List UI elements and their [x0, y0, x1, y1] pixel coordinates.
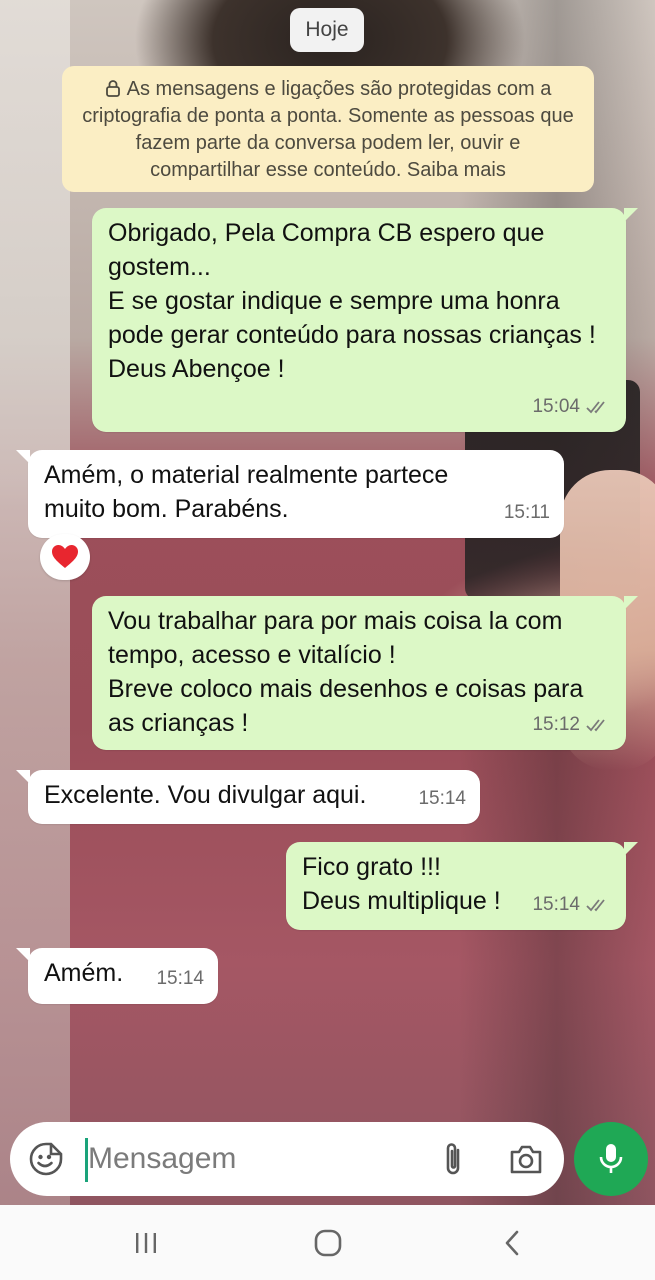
message-meta: 15:04	[532, 390, 612, 424]
system-nav-bar	[0, 1205, 655, 1280]
message-text: Excelente. Vou divulgar aqui.	[44, 781, 367, 809]
heart-icon	[52, 545, 78, 568]
emoji-icon[interactable]	[28, 1141, 64, 1177]
message-bubble-outgoing[interactable]: Vou trabalhar para por mais coisa la com…	[92, 596, 638, 750]
back-icon	[505, 1230, 519, 1256]
message-time: 15:14	[156, 968, 204, 989]
message-time: 15:14	[532, 894, 580, 915]
message-bubble-incoming[interactable]: Excelente. Vou divulgar aqui. 15:14	[16, 770, 480, 824]
double-check-icon	[586, 899, 605, 912]
heart-reaction[interactable]	[40, 534, 90, 580]
microphone-icon	[599, 1144, 623, 1173]
message-time: 15:14	[418, 788, 466, 809]
message-meta: 15:12	[532, 708, 612, 742]
encryption-notice[interactable]: As mensagens e ligações são protegidas c…	[62, 66, 594, 192]
message-time: 15:11	[503, 502, 550, 523]
back-button[interactable]	[496, 1227, 528, 1259]
message-meta: 15:14	[418, 782, 466, 816]
encryption-notice-text: As mensagens e ligações são protegidas c…	[82, 78, 574, 181]
message-composer	[10, 1122, 564, 1196]
double-check-icon	[586, 719, 605, 732]
camera-icon[interactable]	[508, 1142, 544, 1176]
message-time: 15:04	[532, 396, 580, 417]
mic-button[interactable]	[574, 1122, 648, 1196]
double-check-icon	[586, 401, 605, 414]
recents-icon	[136, 1233, 156, 1253]
paperclip-icon[interactable]	[438, 1140, 468, 1178]
message-meta: 15:14	[532, 888, 612, 922]
message-text: Amém, o material realmente partece muito…	[44, 461, 449, 523]
wallpaper-wall	[0, 0, 70, 1205]
date-chip: Hoje	[290, 8, 364, 52]
message-text: Obrigado, Pela Compra CB espero que gost…	[108, 219, 596, 383]
lock-icon	[105, 80, 120, 97]
message-time: 15:12	[532, 714, 580, 735]
message-bubble-outgoing[interactable]: Fico grato !!! Deus multiplique ! 15:14	[286, 842, 638, 930]
message-bubble-incoming[interactable]: Amém. 15:14	[16, 948, 218, 1004]
home-icon	[314, 1229, 342, 1257]
message-bubble-outgoing[interactable]: Obrigado, Pela Compra CB espero que gost…	[92, 208, 638, 432]
message-meta: 15:14	[156, 962, 204, 996]
message-input[interactable]	[88, 1136, 428, 1182]
message-meta: 15:11	[504, 496, 550, 530]
recents-button[interactable]	[130, 1227, 162, 1259]
home-button[interactable]	[312, 1227, 344, 1259]
message-bubble-incoming[interactable]: Amém, o material realmente partece muito…	[16, 450, 564, 538]
